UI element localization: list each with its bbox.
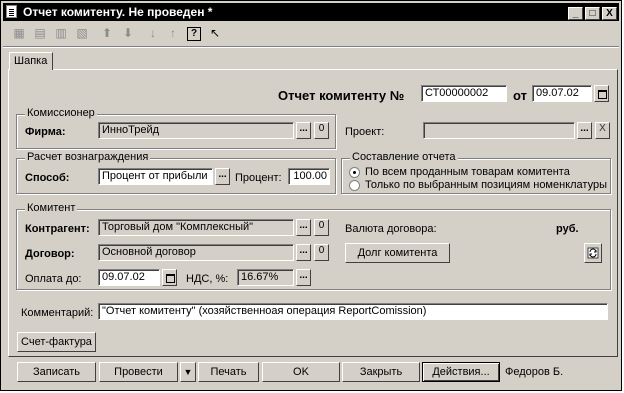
comment-field[interactable]: "Отчет комитенту" (хозяйственноая операц… [98,303,608,320]
reward-group-label: Расчет вознаграждения [25,151,151,163]
paydue-field[interactable]: 09.07.02 [98,269,160,286]
calendar-icon[interactable] [594,85,609,102]
contract-field[interactable]: Основной договор [98,244,294,261]
counterparty-clear-button[interactable]: 0 [314,219,329,236]
report-group-label: Составление отчета [350,151,458,163]
percent-label: Процент: [235,172,282,184]
grid-delete-icon[interactable]: ▧ [74,25,90,41]
sort-desc-icon[interactable]: ↑ [165,25,181,41]
doc-number-field[interactable]: СТ00000002 [421,85,507,102]
counterparty-label: Контрагент: [25,223,90,235]
method-select-button[interactable]: ... [215,168,230,185]
project-select-button[interactable]: ... [577,122,592,139]
minimize-button[interactable]: _ [568,7,583,20]
vat-label: НДС, %: [186,273,229,285]
doc-number-label: Отчет комитенту № [278,88,405,103]
contract-clear-button[interactable]: 0 [314,244,329,261]
sort-asc-icon[interactable]: ↓ [145,25,161,41]
firm-field[interactable]: ИнноТрейд [98,122,294,139]
arrow-up-icon[interactable]: ⬆ [99,25,115,41]
post-dropdown-icon[interactable]: ▼ [180,362,196,382]
firm-label: Фирма: [25,126,66,138]
context-help-icon[interactable]: ↖ [207,25,223,41]
toolbar-divider [3,46,619,48]
arrow-down-icon[interactable]: ⬇ [120,25,136,41]
grid-add-icon[interactable]: ▤ [32,25,48,41]
grid-icon[interactable]: ▦ [11,25,27,41]
principal-debt-button[interactable]: Долг комитента [345,243,450,263]
currency-label: Валюта договора: [345,223,437,235]
radio-all-goods[interactable] [349,167,360,178]
print-button[interactable]: Печать [198,362,259,382]
radio-selected-items-label: Только по выбранным позициям номенклатур… [365,179,607,191]
refresh-icon[interactable] [584,243,602,263]
author-label: Федоров Б. [505,366,564,378]
radio-selected-items[interactable] [349,180,360,191]
doc-from-label: от [513,88,527,103]
save-button[interactable]: Записать [17,362,96,382]
title-bar[interactable]: Отчет комитенту. Не проведен * _ □ X [3,3,619,21]
percent-field[interactable]: 100.00 [288,168,330,185]
close-window-button[interactable]: X [602,7,617,20]
commissioner-group-label: Комиссионер [25,107,97,119]
firm-select-button[interactable]: ... [296,122,311,139]
project-label: Проект: [345,126,385,138]
paydue-label: Оплата до: [25,273,82,285]
method-label: Способ: [25,172,70,184]
ok-button[interactable]: OK [262,362,340,382]
maximize-button[interactable]: □ [585,7,600,20]
method-field[interactable]: Процент от прибыли [98,168,213,185]
project-field[interactable] [423,122,575,139]
comment-label: Комментарий: [21,307,94,319]
window-title: Отчет комитенту. Не проведен * [23,5,213,19]
tab-header[interactable]: Шапка [9,52,53,70]
counterparty-select-button[interactable]: ... [296,219,311,236]
document-icon [6,5,17,18]
grid-copy-icon[interactable]: ▥ [53,25,69,41]
help-icon[interactable]: ? [187,27,201,41]
vat-field[interactable]: 16.67% [237,269,294,286]
document-window: Отчет комитенту. Не проведен * _ □ X ▦ ▤ ▥… [0,0,622,391]
paydue-calendar-icon[interactable] [162,269,177,286]
radio-all-goods-label: По всем проданным товарам комитента [365,166,570,178]
principal-group-label: Комитент [25,202,78,214]
counterparty-field[interactable]: Торговый дом "Комплексный" [98,219,294,236]
actions-button[interactable]: Действия... [422,362,500,382]
firm-clear-button[interactable]: 0 [314,122,329,139]
doc-date-field[interactable]: 09.07.02 [532,85,592,102]
post-button[interactable]: Провести [99,362,178,382]
invoice-button[interactable]: Счет-фактура [17,332,96,352]
project-clear-button[interactable]: X [595,122,610,139]
close-button[interactable]: Закрыть [342,362,420,382]
contract-select-button[interactable]: ... [296,244,311,261]
contract-label: Договор: [25,248,75,260]
currency-value: руб. [556,223,579,235]
vat-select-button[interactable]: ... [296,269,311,286]
